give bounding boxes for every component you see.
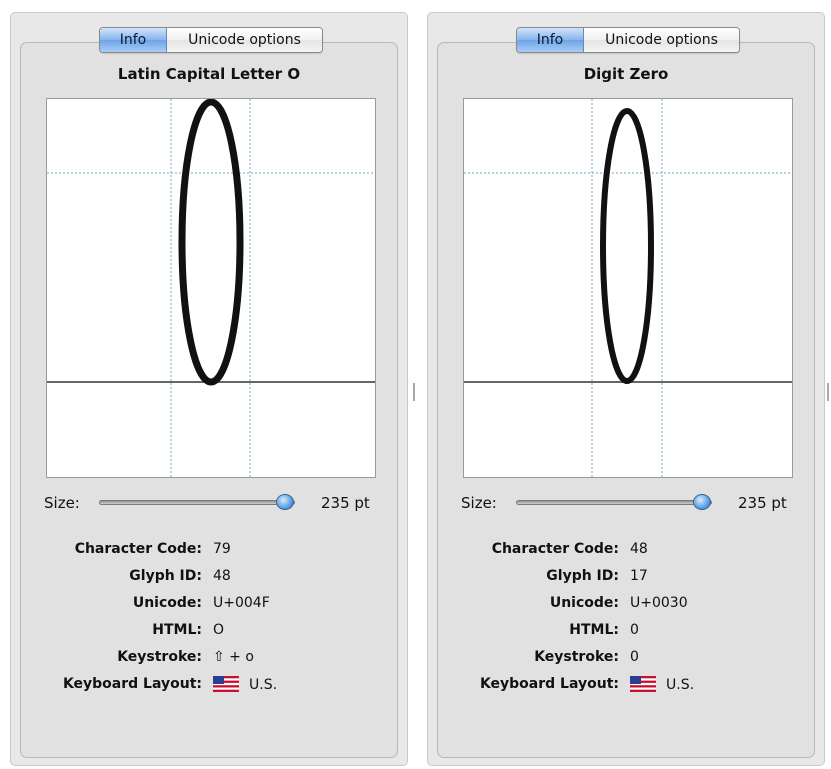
info-row-unicode: Unicode: U+0030 [428, 595, 824, 615]
panel-divider [827, 383, 829, 401]
size-value: 235 pt [738, 494, 787, 512]
glyph-preview [463, 98, 793, 478]
keyboard-layout-value: U.S. [249, 677, 278, 693]
info-row-character-code: Character Code: 48 [428, 541, 824, 561]
info-label: Keyboard Layout: [62, 676, 202, 692]
tab-info[interactable]: Info [517, 28, 584, 52]
glyph-digit-zero [600, 108, 654, 384]
info-label: Character Code: [491, 541, 619, 557]
info-label: Glyph ID: [129, 568, 202, 584]
info-row-keystroke: Keystroke: 0 [428, 649, 824, 669]
info-row-keyboard-layout: Keyboard Layout: U.S. [11, 676, 407, 696]
info-value: ⇧ + o [213, 649, 254, 665]
info-row-unicode: Unicode: U+004F [11, 595, 407, 615]
character-name-title: Digit Zero [583, 65, 669, 83]
character-info-panel-right: Info Unicode options Digit Zero Size: 23… [427, 12, 825, 766]
tab-segmented-control: Info Unicode options [99, 27, 323, 53]
info-row-glyph-id: Glyph ID: 17 [428, 568, 824, 588]
info-label: Unicode: [549, 595, 619, 611]
info-value: U+004F [213, 595, 270, 611]
tab-segmented-control: Info Unicode options [516, 27, 740, 53]
glyph-preview-canvas [464, 99, 792, 477]
info-value-keyboard-layout: U.S. [213, 676, 277, 693]
size-label: Size: [44, 494, 80, 512]
panel-divider [413, 383, 415, 401]
character-info-panel-left: Info Unicode options Latin Capital Lette… [10, 12, 408, 766]
info-label: Unicode: [132, 595, 202, 611]
info-row-keyboard-layout: Keyboard Layout: U.S. [428, 676, 824, 696]
info-label: Glyph ID: [546, 568, 619, 584]
info-label: Keyboard Layout: [479, 676, 619, 692]
size-value: 235 pt [321, 494, 370, 512]
us-flag-icon [213, 676, 239, 692]
info-value: O [213, 622, 225, 638]
tab-info[interactable]: Info [100, 28, 167, 52]
info-label: Keystroke: [534, 649, 619, 665]
us-flag-icon [630, 676, 656, 692]
tab-unicode-options[interactable]: Unicode options [584, 28, 739, 52]
info-value: 48 [213, 568, 231, 584]
info-row-keystroke: Keystroke: ⇧ + o [11, 649, 407, 669]
info-row-glyph-id: Glyph ID: 48 [11, 568, 407, 588]
info-value: 79 [213, 541, 231, 557]
info-value: 0 [630, 649, 639, 665]
info-value: 48 [630, 541, 648, 557]
info-row-html: HTML: 0 [428, 622, 824, 642]
info-value: 17 [630, 568, 648, 584]
glyph-preview [46, 98, 376, 478]
info-label: HTML: [569, 622, 619, 638]
info-value-keyboard-layout: U.S. [630, 676, 694, 693]
size-slider-knob[interactable] [276, 494, 294, 510]
keyboard-layout-value: U.S. [666, 677, 695, 693]
tab-unicode-options[interactable]: Unicode options [167, 28, 322, 52]
character-name-title: Latin Capital Letter O [117, 65, 301, 83]
size-slider-knob[interactable] [693, 494, 711, 510]
size-label: Size: [461, 494, 497, 512]
info-label: Character Code: [74, 541, 202, 557]
glyph-preview-canvas [47, 99, 375, 477]
info-value: 0 [630, 622, 639, 638]
info-row-character-code: Character Code: 79 [11, 541, 407, 561]
info-label: Keystroke: [117, 649, 202, 665]
size-slider-track[interactable] [99, 500, 295, 505]
size-slider-track[interactable] [516, 500, 712, 505]
info-row-html: HTML: O [11, 622, 407, 642]
glyph-latin-capital-o [178, 99, 244, 386]
info-value: U+0030 [630, 595, 688, 611]
info-label: HTML: [152, 622, 202, 638]
